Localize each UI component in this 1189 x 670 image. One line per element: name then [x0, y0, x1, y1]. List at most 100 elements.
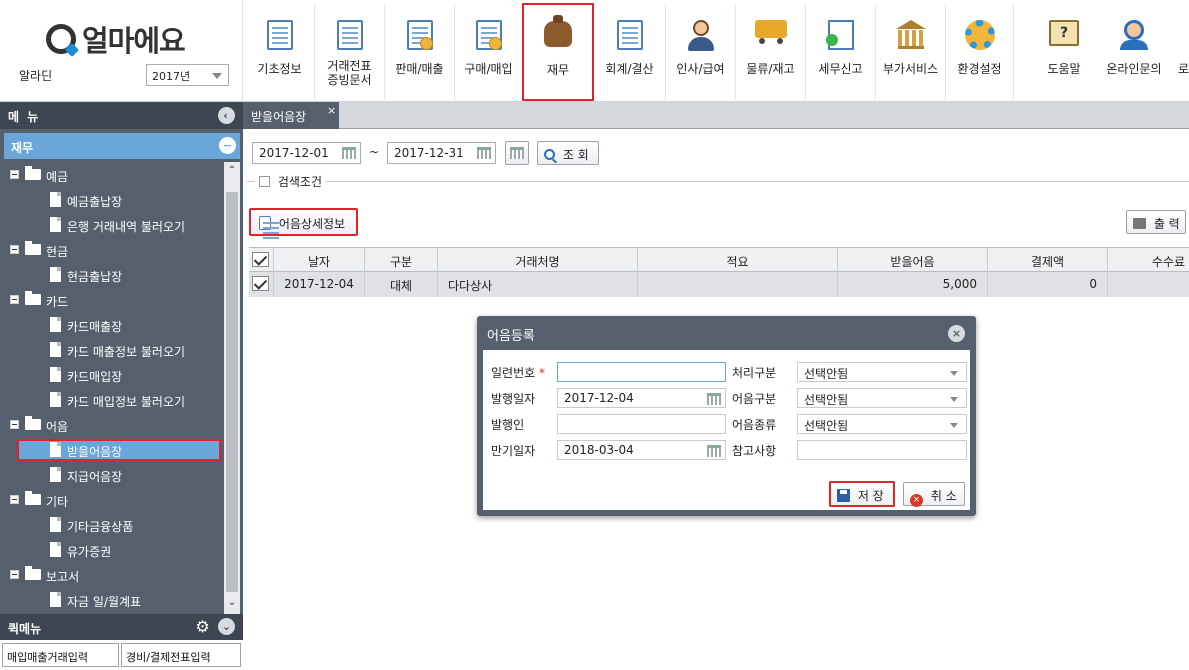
- close-icon[interactable]: ×: [948, 325, 965, 342]
- tree-folder[interactable]: 보고서: [0, 564, 224, 586]
- date-from-input[interactable]: 2017-12-01: [252, 142, 361, 164]
- calendar-icon[interactable]: [707, 445, 721, 457]
- tree-item[interactable]: 자금 일/월계표: [0, 589, 224, 611]
- collapse-icon[interactable]: [10, 245, 19, 254]
- chevron-down-icon[interactable]: ⌄: [218, 618, 235, 635]
- tree-folder[interactable]: 현금: [0, 239, 224, 261]
- due-date-input[interactable]: 2018-03-04: [557, 440, 726, 460]
- menu-logout[interactable]: 로: [1170, 4, 1189, 100]
- col-client[interactable]: 거래처명: [438, 248, 638, 273]
- menu-online-inquiry[interactable]: 온라인문의: [1098, 4, 1170, 100]
- menu-finance[interactable]: 재무: [522, 3, 594, 101]
- tree-item[interactable]: 카드매출장: [0, 314, 224, 336]
- tree-item[interactable]: 카드매입장: [0, 364, 224, 386]
- tree-item[interactable]: 유가증권: [0, 539, 224, 561]
- folder-icon: [25, 241, 41, 255]
- process-select[interactable]: 선택안됨: [797, 362, 967, 382]
- col-notes-receivable[interactable]: 받을어음: [838, 248, 988, 273]
- menu-help[interactable]: ? 도움말: [1030, 4, 1098, 100]
- issuer-input[interactable]: [557, 414, 726, 434]
- quick-sales-purchase-entry[interactable]: 매입매출거래입력: [2, 643, 119, 667]
- checkbox-checked[interactable]: [252, 276, 269, 291]
- checkbox[interactable]: [259, 176, 270, 187]
- serial-number-input[interactable]: [557, 362, 726, 382]
- tree-item[interactable]: 은행 거래내역 불러오기: [0, 214, 224, 236]
- save-button[interactable]: 저 장: [829, 481, 895, 507]
- tree-folder[interactable]: 카드: [0, 289, 224, 311]
- grid-header-row: 날자 구분 거래처명 적요 받을어음 결제액 수수료: [249, 247, 1189, 273]
- date-to-input[interactable]: 2017-12-31: [387, 142, 496, 164]
- calendar-button[interactable]: [505, 141, 529, 165]
- calendar-icon[interactable]: [707, 393, 721, 405]
- menu-basic-info[interactable]: 기초정보: [245, 4, 315, 100]
- print-button[interactable]: 출 력: [1126, 210, 1186, 234]
- note-detail-button[interactable]: 어음상세정보: [249, 208, 358, 236]
- close-icon[interactable]: ×: [327, 104, 336, 117]
- tree-item[interactable]: 받을어음장: [17, 439, 221, 461]
- quick-expense-entry[interactable]: 경비/결제전표입력: [121, 643, 241, 667]
- menu-accounting[interactable]: 회계/결산: [594, 4, 666, 100]
- collapse-icon[interactable]: [10, 295, 19, 304]
- search-label: 조 회: [562, 148, 589, 162]
- search-button[interactable]: 조 회: [537, 141, 599, 165]
- menu-tax[interactable]: 세무신고: [806, 4, 876, 100]
- calendar-icon[interactable]: [477, 147, 491, 159]
- tree-item[interactable]: 예금출납장: [0, 189, 224, 211]
- tree-item[interactable]: 기타금융상품: [0, 514, 224, 536]
- menu-purchase[interactable]: 구매/매입: [455, 4, 523, 100]
- menu-voucher[interactable]: 거래전표 증빙문서: [315, 4, 385, 100]
- note-class-select[interactable]: 선택안됨: [797, 388, 967, 408]
- table-row[interactable]: 2017-12-04 대체 다다상사 5,000 0: [249, 272, 1189, 297]
- collapse-icon[interactable]: [10, 170, 19, 179]
- select-all-cell[interactable]: [249, 248, 274, 273]
- tree-item[interactable]: 카드 매입정보 불러오기: [0, 389, 224, 411]
- tree-folder[interactable]: 예금: [0, 164, 224, 186]
- note-type-select[interactable]: 선택안됨: [797, 414, 967, 434]
- collapse-icon[interactable]: [10, 495, 19, 504]
- menu-hr[interactable]: 인사/급여: [666, 4, 736, 100]
- issue-date-input[interactable]: 2017-12-04: [557, 388, 726, 408]
- tree-folder[interactable]: 기타: [0, 489, 224, 511]
- document-icon: [50, 517, 61, 532]
- search-condition-toggle[interactable]: 검색조건: [255, 173, 326, 190]
- calendar-icon[interactable]: [342, 147, 356, 159]
- document-icon: [50, 217, 61, 232]
- remark-input[interactable]: [797, 440, 967, 460]
- collapse-icon[interactable]: [10, 420, 19, 429]
- tree-folder[interactable]: 어음: [0, 414, 224, 436]
- collapse-left-icon[interactable]: ‹: [218, 107, 235, 124]
- menu-addon[interactable]: 부가서비스: [876, 4, 946, 100]
- menu-sales[interactable]: 판매/매출: [385, 4, 455, 100]
- col-summary[interactable]: 적요: [638, 248, 838, 273]
- section-header-finance[interactable]: 재무 −: [4, 133, 240, 159]
- menu-settings[interactable]: 환경설정: [946, 4, 1014, 100]
- collapse-section-icon[interactable]: −: [219, 137, 236, 154]
- row-select-cell[interactable]: [249, 272, 274, 297]
- bank-icon: [895, 20, 926, 49]
- tree-item[interactable]: 카드 매출정보 불러오기: [0, 339, 224, 361]
- col-fee[interactable]: 수수료: [1108, 248, 1189, 273]
- dialog-title: 어음등록: [487, 329, 535, 344]
- menu-logistics[interactable]: 물류/재고: [736, 4, 806, 100]
- tree-item[interactable]: 현금출납장: [0, 264, 224, 286]
- document-icon: [50, 442, 61, 457]
- tree-item-label: 받을어음장: [67, 445, 123, 459]
- quick-menu-header: 퀵메뉴 ⚙ ⌄: [0, 614, 243, 640]
- tree-folder-label: 보고서: [46, 570, 80, 584]
- tree-scrollbar[interactable]: ⌃ ⌄: [224, 162, 240, 614]
- tree-item[interactable]: 지급어음장: [0, 464, 224, 486]
- cancel-button[interactable]: × 취 소: [903, 482, 965, 507]
- tab-receivable-notes[interactable]: 받을어음장 ×: [243, 102, 339, 129]
- col-date[interactable]: 날자: [274, 248, 365, 273]
- checkbox-checked[interactable]: [252, 252, 269, 267]
- year-select[interactable]: 2017년: [146, 64, 229, 86]
- scroll-thumb[interactable]: [226, 192, 238, 592]
- scroll-up-icon[interactable]: ⌃: [227, 166, 237, 176]
- scroll-down-icon[interactable]: ⌄: [227, 598, 237, 608]
- gear-icon[interactable]: ⚙: [194, 618, 211, 635]
- col-type[interactable]: 구분: [365, 248, 438, 273]
- voucher-icon: [336, 20, 363, 50]
- dialog-body: 일련번호 * 발행일자 2017-12-04 발행인 만기일자 2018-03-…: [483, 350, 970, 510]
- col-settled[interactable]: 결제액: [988, 248, 1108, 273]
- collapse-icon[interactable]: [10, 570, 19, 579]
